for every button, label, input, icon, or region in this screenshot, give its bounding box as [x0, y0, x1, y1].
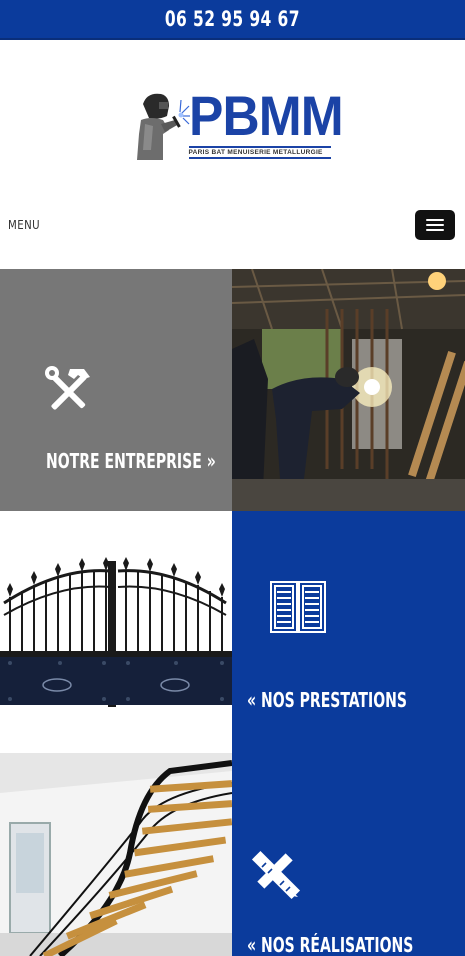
tile-nos-realisations[interactable]: « NOS RÉALISATIONS — [232, 753, 465, 956]
top-phone-bar: 06 52 95 94 67 — [0, 0, 465, 40]
logo-tagline: PARIS BAT MENUISERIE METALLURGIE — [188, 146, 331, 159]
tile-label-prestations[interactable]: « NOS PRESTATIONS — [247, 688, 407, 712]
tile-label-realisations[interactable]: « NOS RÉALISATIONS — [247, 933, 413, 956]
ruler-pencil-icon — [251, 850, 301, 900]
stairs-photo — [0, 753, 232, 956]
tile-label-entreprise[interactable]: NOTRE ENTREPRISE » — [46, 449, 216, 473]
hamburger-icon — [426, 219, 444, 221]
welder-icon — [136, 93, 190, 160]
welding-photo — [232, 269, 465, 511]
mobile-menu-bar: MENU — [0, 200, 465, 252]
tile-notre-entreprise[interactable]: NOTRE ENTREPRISE » — [0, 269, 232, 511]
tile-nos-prestations[interactable]: « NOS PRESTATIONS — [232, 511, 465, 753]
menu-label: MENU — [8, 218, 41, 232]
logo-brand-text: PBMM — [188, 84, 344, 147]
menu-toggle-button[interactable] — [415, 210, 455, 240]
header-logo-area: PBMM PARIS BAT MENUISERIE METALLURGIE — [0, 40, 465, 200]
gate-photo — [0, 511, 232, 753]
shutters-icon — [270, 581, 326, 633]
phone-link[interactable]: 06 52 95 94 67 — [165, 7, 300, 31]
site-logo[interactable]: PBMM PARIS BAT MENUISERIE METALLURGIE — [133, 86, 343, 164]
tools-icon — [45, 366, 90, 410]
